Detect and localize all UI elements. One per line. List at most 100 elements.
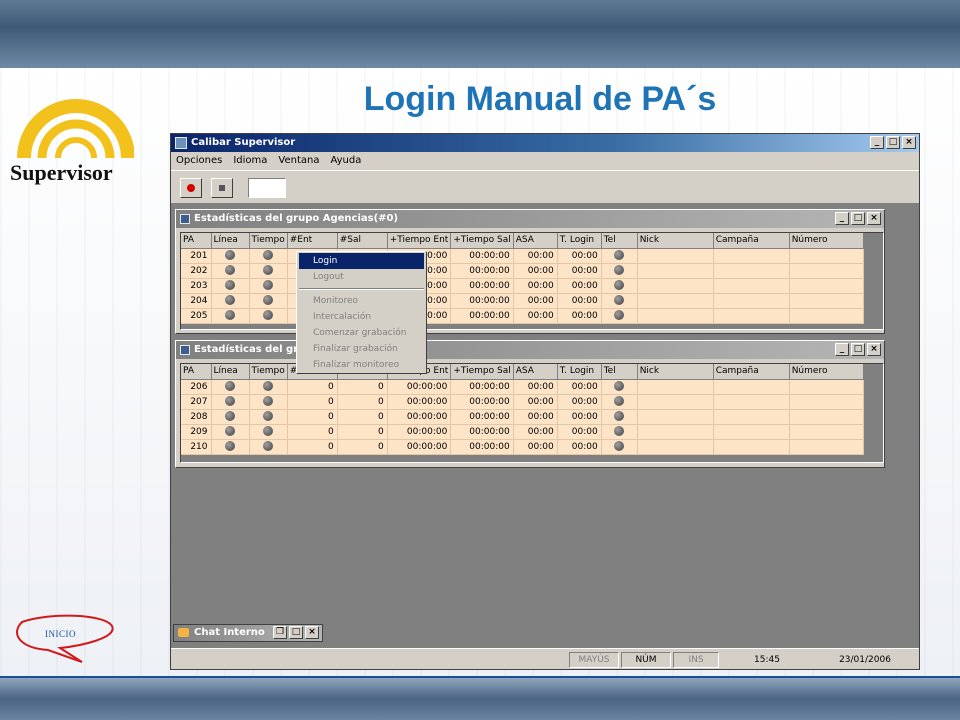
column-header[interactable]: ASA (513, 364, 558, 380)
ctx-item-intercalacion[interactable]: Intercalación (297, 309, 426, 325)
status-led-icon (263, 381, 274, 392)
column-header[interactable]: #Ent (287, 233, 338, 249)
cell-status (249, 394, 288, 410)
cell-status (211, 394, 250, 410)
ctx-item-comenzar-grabacion[interactable]: Comenzar grabación (297, 325, 426, 341)
cell-sal: 0 (337, 424, 388, 440)
table-row[interactable]: 2020000:00:0000:00:0000:0000:00 (181, 263, 864, 279)
maximize-button[interactable]: □ (851, 212, 865, 225)
menu-opciones[interactable]: Opciones (176, 152, 222, 170)
stats-grid: PALíneaTiempo#Ent#Sal+Tiempo Ent+Tiempo … (181, 364, 864, 455)
close-button[interactable]: × (867, 343, 881, 356)
cell-empty (713, 263, 790, 279)
inicio-arrow-icon[interactable] (10, 612, 120, 668)
cell-tsal: 00:00:00 (450, 308, 514, 324)
ctx-item-finalizar-grabacion[interactable]: Finalizar grabación (297, 341, 426, 357)
column-header[interactable]: Campaña (713, 233, 790, 249)
maximize-button[interactable]: □ (289, 626, 303, 639)
close-button[interactable]: × (867, 212, 881, 225)
maximize-button[interactable]: □ (886, 136, 900, 149)
chat-interno-minimized[interactable]: Chat Interno ❐ □ × (173, 624, 323, 642)
table-row[interactable]: 206 0 0 00:00:00 00:00:00 00:00 00:00 (181, 379, 864, 395)
cell-ent: 0 (287, 439, 338, 455)
cell-asa: 00:00 (513, 394, 558, 410)
cell-tlogin: 00:00 (557, 293, 602, 309)
column-header[interactable]: +Tiempo Ent (387, 233, 452, 249)
table-row[interactable]: 2010000:00:0000:00:0000:0000:00 (181, 248, 864, 264)
ctx-item-monitoreo[interactable]: Monitoreo (297, 293, 426, 309)
record-button[interactable] (180, 178, 202, 198)
minimize-button[interactable]: _ (835, 343, 849, 356)
status-led-icon (225, 250, 235, 261)
menu-ventana[interactable]: Ventana (278, 152, 319, 170)
app-window-icon (175, 137, 187, 149)
status-led-icon (614, 295, 625, 306)
app-titlebar[interactable]: Calibar Supervisor _ □ × (171, 134, 919, 152)
column-header[interactable]: Línea (211, 233, 250, 249)
stats-window-group1: Estadísticas del grupo Agencias(#0) _ □ … (175, 209, 885, 334)
minimize-button[interactable]: _ (870, 136, 884, 149)
column-header[interactable]: Nick (637, 233, 714, 249)
menu-ayuda[interactable]: Ayuda (330, 152, 361, 170)
table-row[interactable]: 208 0 0 00:00:00 00:00:00 00:00 00:00 (181, 409, 864, 425)
column-header[interactable]: ASA (513, 233, 558, 249)
table-row[interactable]: 2050000:00:0000:00:0000:0000:00 (181, 308, 864, 324)
close-button[interactable]: × (305, 626, 319, 639)
table-row[interactable]: 207 0 0 00:00:00 00:00:00 00:00 00:00 (181, 394, 864, 410)
cell-sal: 0 (337, 439, 388, 455)
column-header[interactable]: T. Login (557, 364, 602, 380)
column-header[interactable]: Nick (637, 364, 714, 380)
status-time: 15:45 (754, 655, 780, 665)
column-header[interactable]: Tel (601, 233, 638, 249)
stop-button[interactable] (211, 178, 233, 198)
column-header[interactable]: T. Login (557, 233, 602, 249)
column-header[interactable]: PA (181, 364, 212, 380)
cell-empty (789, 263, 864, 279)
cell-tsal: 00:00:00 (450, 248, 514, 264)
cell-tsal: 00:00:00 (450, 263, 514, 279)
column-header[interactable]: +Tiempo Sal (450, 364, 514, 380)
cell-status (211, 248, 250, 264)
table-row[interactable]: 209 0 0 00:00:00 00:00:00 00:00 00:00 (181, 424, 864, 440)
table-row[interactable]: 210 0 0 00:00:00 00:00:00 00:00 00:00 (181, 439, 864, 455)
column-header[interactable]: Tel (601, 364, 638, 380)
cell-asa: 00:00 (513, 439, 558, 455)
column-header[interactable]: Número (789, 233, 864, 249)
cell-empty (713, 409, 790, 425)
cell-status (249, 248, 288, 264)
inicio-link[interactable]: INICIO (45, 629, 76, 639)
cell-asa: 00:00 (513, 278, 558, 294)
maximize-button[interactable]: □ (851, 343, 865, 356)
table-row[interactable]: 2040000:00:0000:00:0000:0000:00 (181, 293, 864, 309)
column-header[interactable]: Tiempo (249, 364, 288, 380)
cell-empty (713, 248, 790, 264)
stats-window-title[interactable]: Estadísticas del grupo Agencias(#0) _ □ … (176, 210, 884, 228)
cell-status (249, 308, 288, 324)
cell-pa: 207 (181, 394, 212, 410)
column-header[interactable]: #Sal (337, 233, 388, 249)
stats-window-title[interactable]: Estadísticas del grupo _ □ × (176, 341, 884, 359)
menu-idioma[interactable]: Idioma (233, 152, 267, 170)
ctx-item-finalizar-monitoreo[interactable]: Finalizar monitoreo (297, 357, 426, 373)
column-header[interactable]: +Tiempo Sal (450, 233, 514, 249)
cell-tsal: 00:00:00 (450, 293, 514, 309)
toolbar-input[interactable] (248, 178, 286, 198)
column-header[interactable]: Línea (211, 364, 250, 380)
stats-window-icon (180, 214, 190, 224)
close-button[interactable]: × (902, 136, 916, 149)
table-row[interactable]: 2030000:00:0000:00:0000:0000:00 (181, 278, 864, 294)
column-header[interactable]: Número (789, 364, 864, 380)
cell-pa: 208 (181, 409, 212, 425)
status-led-icon (225, 310, 235, 321)
column-header[interactable]: Tiempo (249, 233, 288, 249)
stats-window-group2: Estadísticas del grupo _ □ × PA Línea Tiem… (175, 340, 885, 468)
cell-empty (713, 439, 790, 455)
column-header[interactable]: PA (181, 233, 212, 249)
status-led-icon (614, 381, 625, 392)
ctx-item-logout[interactable]: Logout (297, 269, 426, 285)
ctx-item-login[interactable]: Login (299, 253, 424, 269)
minimize-button[interactable]: _ (835, 212, 849, 225)
restore-button[interactable]: ❐ (273, 626, 287, 639)
cell-empty (713, 293, 790, 309)
column-header[interactable]: Campaña (713, 364, 790, 380)
